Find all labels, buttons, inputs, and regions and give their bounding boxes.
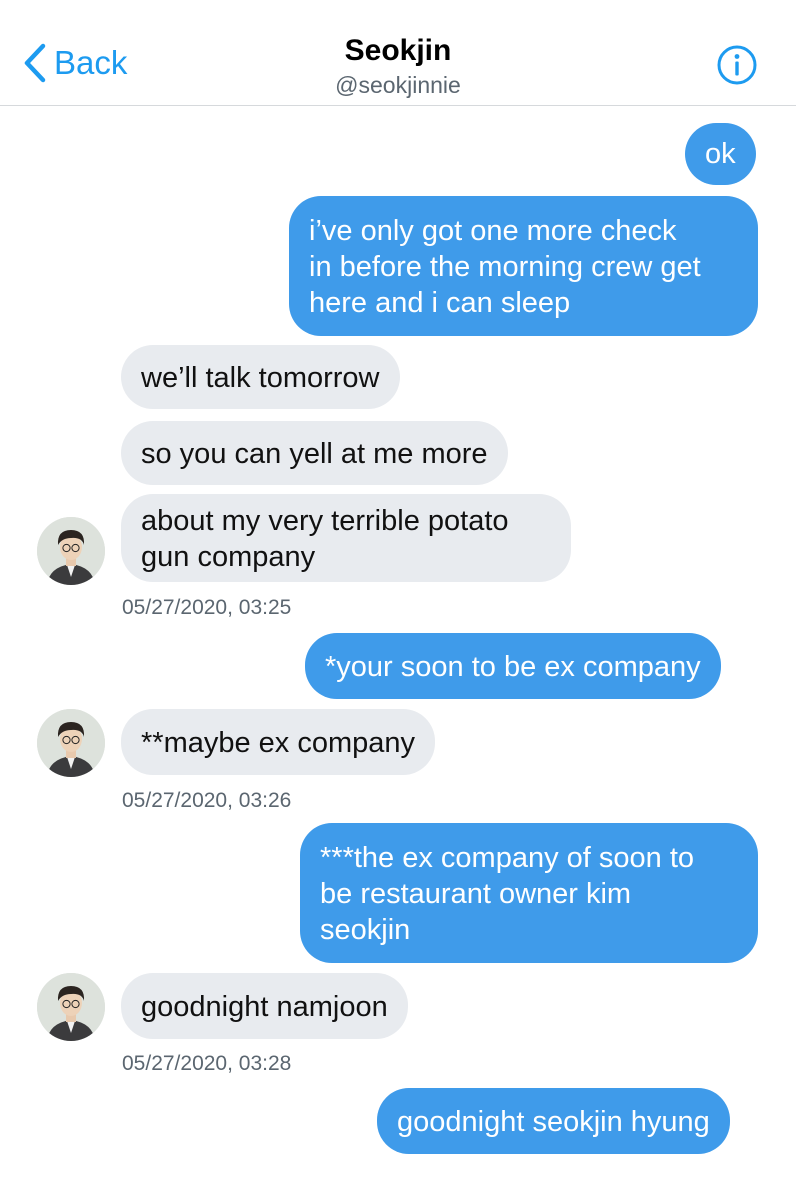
message-bubble-outgoing[interactable]: *your soon to be ex company	[305, 633, 721, 699]
message-text-line: **maybe ex company	[141, 727, 416, 759]
message-timestamp: 05/27/2020, 03:28	[122, 1052, 292, 1075]
message-bubble-incoming[interactable]: so you can yell at me more	[121, 421, 508, 485]
message-timestamp: 05/27/2020, 03:25	[122, 596, 292, 619]
message-bubble-incoming[interactable]: about my very terrible potato gun compan…	[121, 494, 571, 582]
message-text-line: so you can yell at me more	[141, 438, 488, 470]
message-bubble-outgoing[interactable]: ok	[685, 123, 756, 185]
message-bubble-incoming[interactable]: **maybe ex company	[121, 709, 436, 775]
contact-handle: @seokjinnie	[335, 72, 461, 98]
message-text-line: here and i can sleep	[309, 287, 571, 319]
contact-name: Seokjin	[344, 34, 452, 67]
avatar[interactable]	[37, 709, 105, 777]
message-bubble-incoming[interactable]: goodnight namjoon	[121, 973, 408, 1039]
message-bubble-outgoing[interactable]: ***the ex company of soon to be restaura…	[300, 823, 758, 963]
message-text-line: *your soon to be ex company	[325, 651, 701, 683]
avatar[interactable]	[37, 973, 105, 1041]
message-text-line: ok	[705, 138, 736, 170]
conversation-header: Back Seokjin @seokjinnie	[0, 0, 796, 106]
message-text-line: be restaurant owner kim	[320, 878, 632, 910]
message-text-line: in before the morning crew get	[309, 251, 701, 283]
message-bubble-outgoing[interactable]: goodnight seokjin hyung	[377, 1088, 730, 1154]
message-bubble-incoming[interactable]: we’ll talk tomorrow	[121, 345, 400, 409]
message-text-line: gun company	[141, 541, 316, 573]
avatar[interactable]	[37, 517, 105, 585]
message-text-line: seokjin	[320, 914, 411, 946]
message-text-line: ***the ex company of soon to	[320, 842, 695, 874]
message-text-line: goodnight seokjin hyung	[397, 1106, 710, 1138]
message-timestamp: 05/27/2020, 03:26	[122, 789, 292, 812]
message-text-line: i’ve only got one more check	[309, 215, 677, 247]
message-bubble-outgoing[interactable]: i’ve only got one more check in before t…	[289, 196, 758, 336]
info-circle-icon[interactable]	[716, 44, 758, 86]
message-text-line: goodnight namjoon	[141, 991, 388, 1023]
message-text-line: we’ll talk tomorrow	[141, 362, 380, 394]
message-text-line: about my very terrible potato	[141, 505, 509, 537]
